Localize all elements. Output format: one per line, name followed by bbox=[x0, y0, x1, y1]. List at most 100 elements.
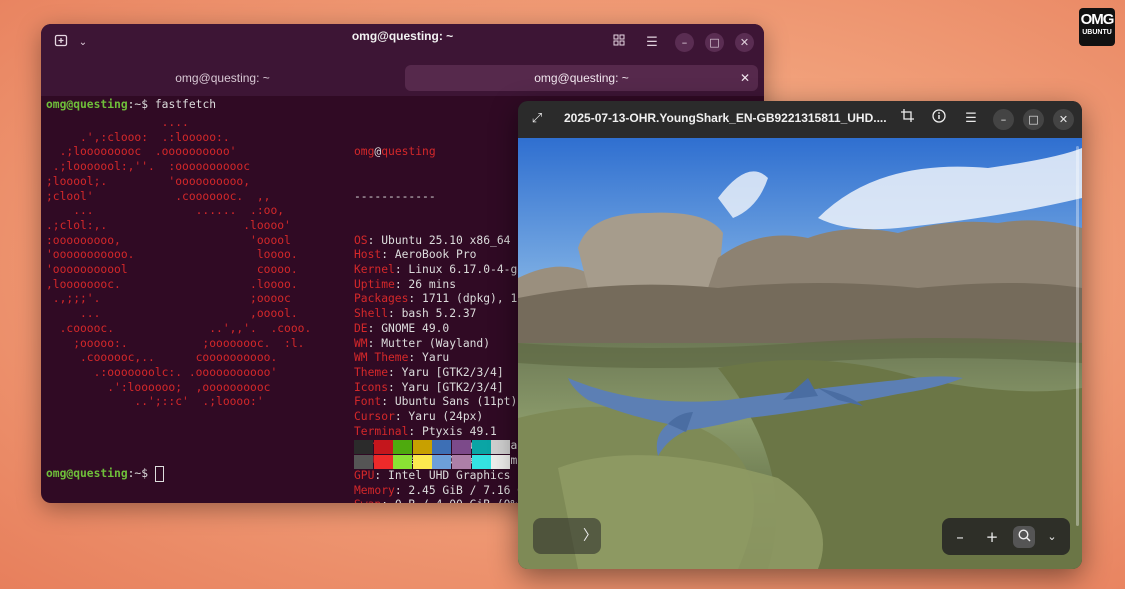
crop-icon[interactable] bbox=[897, 109, 917, 129]
chevron-down-icon[interactable]: ⌄ bbox=[1041, 526, 1063, 548]
info-value: 1711 (dpkg), 13 bbox=[422, 292, 525, 306]
omg-ubuntu-logo: OMG UBUNTU bbox=[1079, 8, 1115, 46]
color-swatch bbox=[373, 455, 393, 469]
info-value: 0 B / 4.00 GiB (0%) bbox=[395, 498, 524, 503]
color-swatch bbox=[412, 440, 432, 454]
color-swatch bbox=[471, 455, 491, 469]
color-swatch bbox=[354, 440, 373, 454]
info-row: Swap: 0 B / 4.00 GiB (0%) bbox=[354, 498, 531, 503]
info-row: Packages: 1711 (dpkg), 13 bbox=[354, 292, 525, 306]
prompt-user: omg@questing bbox=[46, 467, 128, 480]
prompt-path: :~$ bbox=[127, 467, 155, 480]
color-swatch bbox=[373, 440, 393, 454]
info-row: OS: Ubuntu 25.10 x86_64 bbox=[354, 233, 511, 247]
viewer-headerbar: ⤢ 2025-07-13-OHR.YoungShark_EN-GB9221315… bbox=[518, 101, 1082, 138]
tab-2[interactable]: omg@questing: ~ ✕ bbox=[405, 65, 758, 91]
info-value: Mutter (Wayland) bbox=[381, 336, 491, 350]
info-host: questing bbox=[381, 145, 436, 159]
info-row: Memory: 2.45 GiB / 7.16 G bbox=[354, 483, 525, 497]
zoom-controls: – + ⌄ bbox=[942, 518, 1070, 555]
info-value: Yaru (24px) bbox=[408, 410, 484, 424]
logo-subtext: UBUNTU bbox=[1082, 29, 1112, 36]
color-swatch bbox=[393, 455, 413, 469]
close-icon[interactable]: ✕ bbox=[1053, 109, 1074, 130]
color-swatch bbox=[412, 455, 432, 469]
info-key: Kernel bbox=[354, 263, 395, 277]
next-image-button[interactable]: 〉 bbox=[533, 518, 601, 554]
info-key: GPU bbox=[354, 468, 375, 482]
color-swatch bbox=[354, 455, 373, 469]
info-row: Cursor: Yaru (24px) bbox=[354, 410, 484, 424]
info-key: WM bbox=[354, 336, 368, 350]
prompt-user: omg@questing bbox=[46, 98, 128, 111]
zoom-in-icon[interactable]: + bbox=[981, 526, 1003, 548]
hamburger-menu-icon[interactable]: ☰ bbox=[961, 109, 981, 129]
info-row: DE: GNOME 49.0 bbox=[354, 321, 450, 335]
prompt-line: omg@questing:~$ bbox=[46, 466, 164, 482]
info-value: Yaru [GTK2/3/4] bbox=[401, 380, 504, 394]
shark-photo bbox=[518, 138, 1082, 569]
info-key: Theme bbox=[354, 365, 389, 379]
info-row: Icons: Yaru [GTK2/3/4] bbox=[354, 380, 504, 394]
close-icon[interactable]: ✕ bbox=[735, 33, 754, 52]
command-text: fastfetch bbox=[154, 98, 217, 111]
info-row: Uptime: 26 mins bbox=[354, 277, 457, 291]
hamburger-menu-icon[interactable]: ☰ bbox=[642, 33, 662, 53]
image-viewer-window: ⤢ 2025-07-13-OHR.YoungShark_EN-GB9221315… bbox=[518, 101, 1082, 569]
minimize-icon[interactable]: – bbox=[675, 33, 694, 52]
color-swatch bbox=[452, 440, 471, 454]
scrollbar[interactable] bbox=[1076, 146, 1079, 526]
info-key: Shell bbox=[354, 307, 389, 321]
color-swatch bbox=[452, 455, 471, 469]
maximize-icon[interactable]: □ bbox=[705, 33, 724, 52]
magnifier-icon[interactable] bbox=[1013, 526, 1035, 548]
info-value: 2.45 GiB / 7.16 G bbox=[408, 483, 525, 497]
color-swatch bbox=[471, 440, 491, 454]
info-row: Font: Ubuntu Sans (11pt) bbox=[354, 395, 518, 409]
info-value: Yaru bbox=[422, 351, 450, 365]
info-value: Intel UHD Graphics 6 bbox=[388, 468, 525, 482]
info-user: omg bbox=[354, 145, 375, 159]
info-value: Ubuntu 25.10 x86_64 bbox=[381, 233, 511, 247]
info-key: OS bbox=[354, 233, 368, 247]
color-swatch bbox=[432, 440, 452, 454]
info-key: Uptime bbox=[354, 277, 395, 291]
info-key: Font bbox=[354, 395, 382, 409]
info-key: Icons bbox=[354, 380, 389, 394]
info-row: WM Theme: Yaru bbox=[354, 351, 450, 365]
tab-label: omg@questing: ~ bbox=[175, 71, 270, 85]
grid-icon[interactable] bbox=[609, 33, 629, 53]
info-value: Ubuntu Sans (11pt) bbox=[394, 395, 518, 409]
tab-label: omg@questing: ~ bbox=[534, 71, 629, 85]
info-key: Terminal bbox=[354, 424, 409, 438]
terminal-headerbar: ⌄ omg@questing: ~ ☰ – □ ✕ bbox=[41, 24, 764, 62]
info-key: Swap bbox=[354, 498, 381, 503]
maximize-icon[interactable]: □ bbox=[1023, 109, 1044, 130]
terminal-tabbar: omg@questing: ~ omg@questing: ~ ✕ bbox=[41, 62, 764, 96]
zoom-out-icon[interactable]: – bbox=[949, 526, 971, 548]
fullscreen-icon[interactable]: ⤢ bbox=[527, 109, 547, 129]
info-icon[interactable] bbox=[929, 109, 949, 129]
info-separator: ------------ bbox=[354, 189, 436, 203]
prompt-line: omg@questing:~$ fastfetch bbox=[46, 98, 216, 113]
info-value: bash 5.2.37 bbox=[401, 307, 477, 321]
close-icon[interactable]: ✕ bbox=[740, 65, 750, 91]
prompt-path: :~$ bbox=[127, 98, 155, 111]
info-key: Cursor bbox=[354, 410, 395, 424]
color-swatch bbox=[491, 440, 511, 454]
info-row: Theme: Yaru [GTK2/3/4] bbox=[354, 365, 504, 379]
text-cursor bbox=[154, 466, 164, 482]
info-value: Linux 6.17.0-4-ge bbox=[408, 263, 525, 277]
info-row: GPU: Intel UHD Graphics 6 bbox=[354, 468, 525, 482]
tab-1[interactable]: omg@questing: ~ bbox=[41, 65, 404, 91]
info-row: WM: Mutter (Wayland) bbox=[354, 336, 491, 350]
ubuntu-ascii-logo: .... .',:clooo: .:looooo:. .;looooooooc … bbox=[46, 116, 312, 409]
image-filename: 2025-07-13-OHR.YoungShark_EN-GB922131581… bbox=[564, 111, 887, 125]
color-swatch bbox=[491, 455, 511, 469]
logo-text: OMG bbox=[1080, 11, 1115, 28]
info-key: DE bbox=[354, 321, 368, 335]
info-value: Yaru [GTK2/3/4] bbox=[401, 365, 504, 379]
minimize-icon[interactable]: – bbox=[993, 109, 1014, 130]
info-row: Terminal: Ptyxis 49.1 bbox=[354, 424, 497, 438]
info-value: Ptyxis 49.1 bbox=[422, 424, 497, 438]
